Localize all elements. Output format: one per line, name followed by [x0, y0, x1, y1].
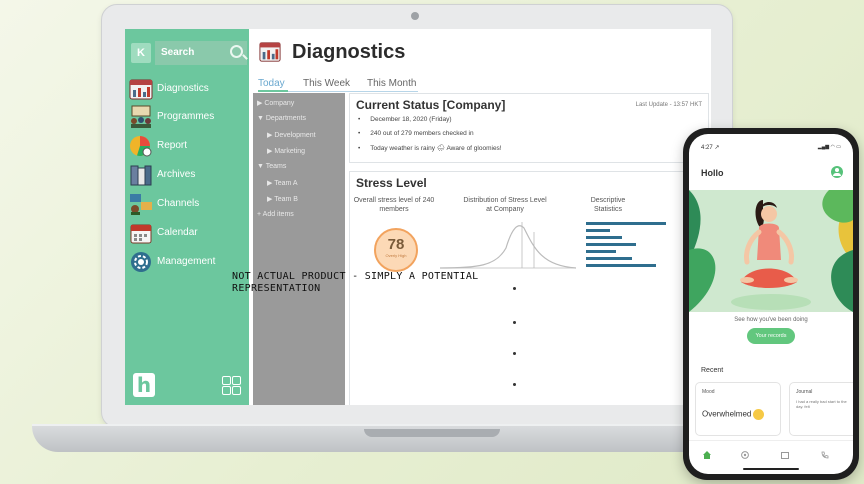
phone-call-icon[interactable] [821, 451, 829, 459]
sidebar-item-label: Diagnostics [157, 83, 209, 94]
add-items-button[interactable]: + Add items [257, 211, 294, 218]
meditation-illustration [689, 190, 853, 312]
sidebar-item-diagnostics[interactable]: Diagnostics [129, 77, 247, 103]
placeholder-dot [513, 321, 516, 324]
archives-icon [130, 165, 152, 186]
search-label: Search [161, 47, 195, 58]
page-title: Diagnostics [292, 41, 406, 63]
laptop-screen: K Search Diagnostics Programmes Report A… [125, 29, 711, 405]
search-input[interactable]: Search [155, 41, 247, 65]
sidebar-item-label: Archives [157, 169, 196, 180]
calendar-icon [130, 224, 152, 244]
laptop-notch [364, 429, 500, 437]
phone-screen: 4:27 ↗ ▂▄▆ ◠ ▭ Hollo See how you've been… [689, 134, 853, 474]
home-icon[interactable] [703, 451, 711, 459]
statistics-bars [586, 222, 666, 267]
distribution-heading: Distribution of Stress Level at Company [463, 197, 547, 213]
tree-label: Marketing [274, 148, 306, 155]
placeholder-dot [513, 352, 516, 355]
status-time: 4:27 ↗ [701, 145, 720, 151]
journal-title: Journal [796, 389, 813, 395]
last-update: Last Update - 13:57 HKT [635, 102, 702, 108]
channels-icon [130, 194, 152, 215]
search-row: K Search [131, 41, 247, 65]
tree-label: Departments [265, 115, 306, 122]
status-icons: ▂▄▆ ◠ ▭ [817, 144, 841, 150]
sidebar-item-label: Calendar [157, 227, 198, 238]
workspace-badge[interactable]: K [131, 43, 151, 63]
sidebar-item-report[interactable]: Report [129, 134, 247, 160]
stress-score-label: Overly High [385, 253, 407, 258]
tree-label: Teams [265, 163, 287, 170]
home-indicator [743, 468, 799, 470]
current-status-card: Current Status [Company] Last Update - 1… [349, 93, 709, 163]
mood-card[interactable]: Mood Overwhelmed [695, 382, 781, 436]
tree-label: Company [264, 100, 295, 107]
tree-item-marketing[interactable]: ▶ Marketing [267, 147, 305, 155]
journal-preview: I had a really bad start to the day. fel… [796, 399, 847, 409]
sidebar: K Search Diagnostics Programmes Report A… [125, 29, 249, 405]
camera-dot [411, 12, 419, 20]
placeholder-dot [513, 383, 516, 386]
sidebar-item-management[interactable]: Management [129, 250, 247, 276]
calendar-icon[interactable] [781, 451, 789, 459]
phone-frame: 4:27 ↗ ▂▄▆ ◠ ▭ Hollo See how you've been… [683, 128, 859, 480]
sidebar-item-calendar[interactable]: Calendar [129, 221, 247, 247]
bottom-tab-bar [689, 440, 853, 474]
sidebar-item-label: Management [157, 256, 216, 267]
status-bullet: 240 out of 279 members checked in [358, 130, 473, 137]
tree-item-company[interactable]: ▶ Company [257, 99, 294, 107]
distribution-curve [439, 222, 577, 269]
gear-icon [131, 252, 151, 272]
status-title: Current Status [Company] [356, 98, 506, 112]
tree-item-departments[interactable]: ▼ Departments [257, 115, 306, 122]
sidebar-item-channels[interactable]: Channels [129, 192, 247, 218]
sidebar-item-label: Channels [157, 198, 200, 209]
tree-item-development[interactable]: ▶ Development [267, 131, 316, 139]
diagnostics-icon [259, 42, 281, 62]
see-progress-text: See how you've been doing [734, 317, 808, 323]
greeting: Hollo [701, 168, 724, 178]
mood-value-row: Overwhelmed [702, 409, 765, 420]
tab-active-indicator [258, 90, 288, 92]
add-entry-icon[interactable] [741, 451, 749, 459]
mood-title: Mood [702, 389, 715, 395]
status-bullet: Today weather is rainy 🌧 Aware of gloomi… [358, 144, 501, 152]
worried-face-icon [753, 409, 765, 420]
tree-item-teams[interactable]: ▼ Teams [257, 163, 286, 170]
mood-value: Overwhelmed [702, 409, 752, 419]
sidebar-item-label: Report [157, 140, 188, 151]
stress-score-badge: 78 Overly High [374, 228, 418, 272]
sidebar-item-label: Programmes [157, 111, 215, 122]
tree-item-team-b[interactable]: ▶ Team B [267, 195, 298, 203]
tree-label: Team B [274, 196, 298, 203]
tree-item-team-a[interactable]: ▶ Team A [267, 179, 298, 187]
tree-label: Add items [262, 211, 294, 218]
sidebar-item-archives[interactable]: Archives [129, 163, 247, 189]
search-icon[interactable] [230, 45, 243, 58]
report-icon [130, 136, 152, 157]
profile-icon[interactable] [831, 166, 843, 178]
overall-stress-heading: Overall stress level of 240 members [353, 197, 435, 213]
org-tree-panel: ▶ Company ▼ Departments ▶ Development ▶ … [253, 93, 345, 405]
stress-score: 78 [387, 236, 405, 253]
meditation-illustration-art [689, 190, 853, 312]
recent-heading: Recent [701, 367, 724, 374]
app-logo[interactable]: h [133, 373, 155, 397]
journal-card[interactable]: Journal I had a really bad start to the … [789, 382, 853, 436]
tab-this-week[interactable]: This Week [303, 78, 350, 89]
your-records-button[interactable]: Your records [747, 328, 795, 344]
programmes-icon [131, 105, 151, 128]
tree-label: Team A [274, 180, 298, 187]
diagnostics-icon [129, 79, 153, 100]
status-bullet: December 18, 2020 (Friday) [358, 116, 451, 123]
disclaimer-text: NOT ACTUAL PRODUCT - SIMPLY A POTENTIAL … [232, 271, 479, 294]
apps-grid-icon[interactable] [222, 376, 242, 396]
statistics-heading: Descriptive Statistics [590, 197, 626, 213]
tab-this-month[interactable]: This Month [367, 78, 416, 89]
tab-today[interactable]: Today [258, 78, 285, 89]
stress-title: Stress Level [356, 176, 427, 190]
tree-label: Development [274, 132, 316, 139]
sidebar-item-programmes[interactable]: Programmes [129, 105, 247, 131]
